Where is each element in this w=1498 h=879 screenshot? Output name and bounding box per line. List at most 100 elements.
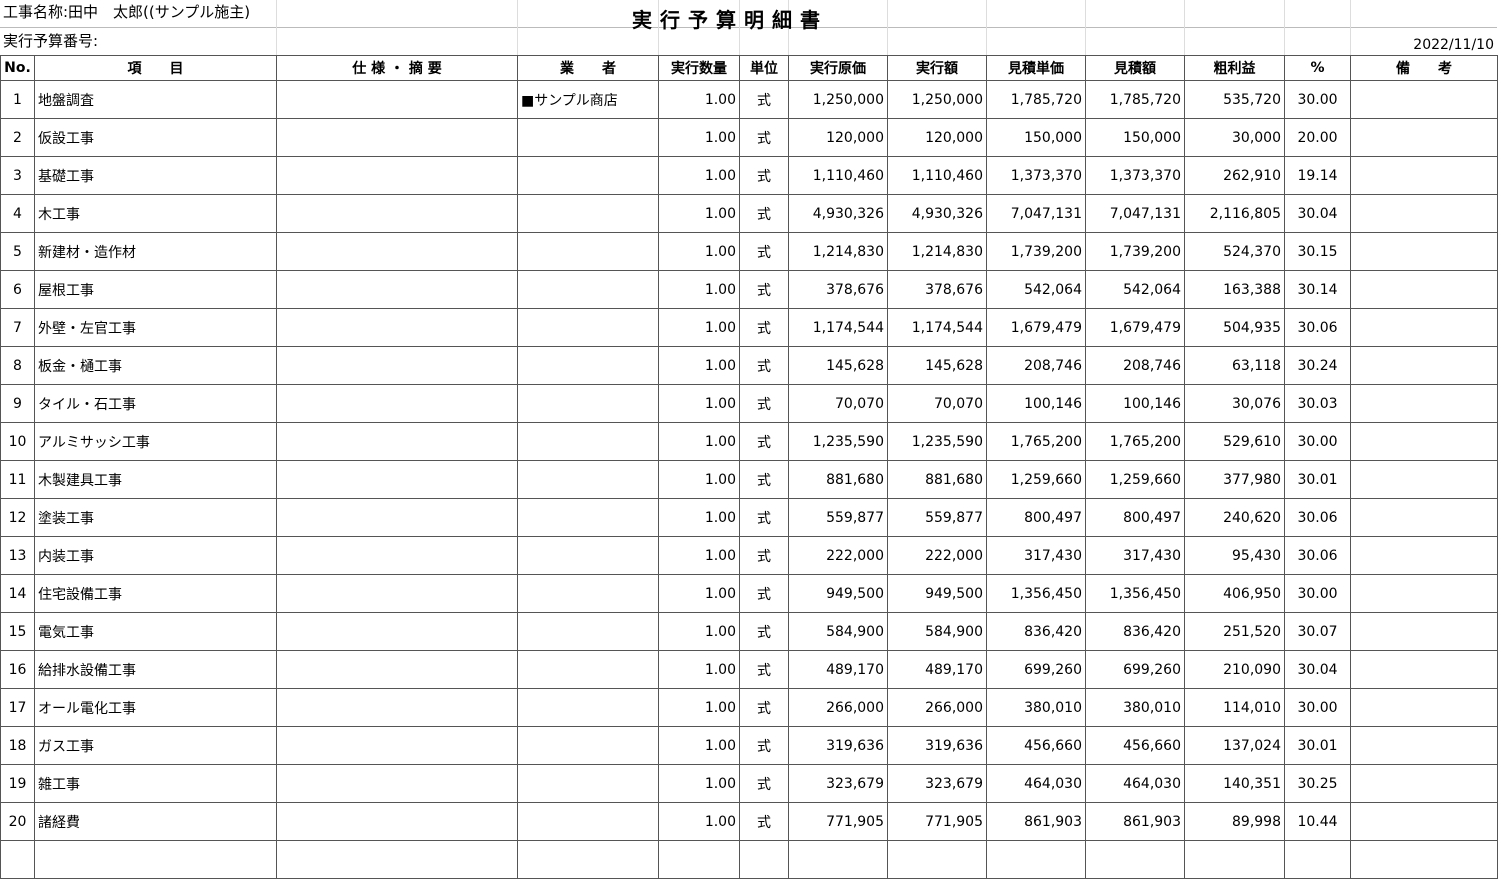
cell-vendor[interactable] [517, 802, 659, 841]
cell-est-unit[interactable]: 464,030 [986, 764, 1086, 803]
cell-qty[interactable]: 1.00 [658, 194, 740, 233]
cell-item[interactable]: 電気工事 [34, 612, 277, 651]
cell-spec[interactable] [276, 726, 518, 765]
cell-amount[interactable]: 1,235,590 [887, 422, 987, 461]
cell-note[interactable] [1350, 232, 1498, 271]
cell-item[interactable]: 内装工事 [34, 536, 277, 575]
cell-item[interactable]: アルミサッシ工事 [34, 422, 277, 461]
cell-no[interactable]: 3 [0, 156, 35, 195]
cell-item[interactable]: 木製建具工事 [34, 460, 277, 499]
cell-spec[interactable] [276, 194, 518, 233]
cell-unit[interactable]: 式 [739, 650, 789, 689]
cell-note[interactable] [1350, 726, 1498, 765]
cell-est-unit[interactable]: 380,010 [986, 688, 1086, 727]
cell-item[interactable]: 諸経費 [34, 802, 277, 841]
cell-item[interactable]: 屋根工事 [34, 270, 277, 309]
col-header-item[interactable]: 項 目 [34, 55, 277, 81]
cell-note[interactable] [1350, 536, 1498, 575]
cell-unit[interactable]: 式 [739, 346, 789, 385]
cell-no[interactable]: 6 [0, 270, 35, 309]
cell-spec[interactable] [276, 498, 518, 537]
cell-spec[interactable] [276, 384, 518, 423]
cell-vendor[interactable] [517, 384, 659, 423]
cell-spec[interactable] [276, 422, 518, 461]
cell-pct[interactable]: 30.04 [1284, 650, 1351, 689]
cell-no[interactable]: 17 [0, 688, 35, 727]
cell-note[interactable] [1350, 574, 1498, 613]
cell-no[interactable]: 10 [0, 422, 35, 461]
cell-qty[interactable]: 1.00 [658, 232, 740, 271]
cell-vendor[interactable] [517, 612, 659, 651]
cell-pct[interactable]: 30.06 [1284, 308, 1351, 347]
cell-est-amount[interactable]: 1,679,479 [1085, 308, 1185, 347]
cell-pct[interactable]: 30.04 [1284, 194, 1351, 233]
cell-unit[interactable]: 式 [739, 308, 789, 347]
cell-qty[interactable]: 1.00 [658, 346, 740, 385]
cell-pct[interactable]: 30.03 [1284, 384, 1351, 423]
cell-unit[interactable]: 式 [739, 802, 789, 841]
cell-est-unit[interactable]: 1,765,200 [986, 422, 1086, 461]
cell-item[interactable]: 塗装工事 [34, 498, 277, 537]
cell-amount[interactable]: 4,930,326 [887, 194, 987, 233]
cell-no[interactable]: 1 [0, 80, 35, 119]
cell-unit[interactable]: 式 [739, 536, 789, 575]
cell-note[interactable] [1350, 612, 1498, 651]
cell-note[interactable] [1350, 156, 1498, 195]
cell-qty[interactable]: 1.00 [658, 498, 740, 537]
cell-item[interactable]: タイル・石工事 [34, 384, 277, 423]
cell-note[interactable] [1350, 498, 1498, 537]
cell-est-unit[interactable]: 7,047,131 [986, 194, 1086, 233]
cell-note[interactable] [1350, 118, 1498, 157]
cell-est-unit[interactable]: 1,373,370 [986, 156, 1086, 195]
cell-pct[interactable]: 30.00 [1284, 422, 1351, 461]
cell-cost[interactable]: 145,628 [788, 346, 888, 385]
cell-note[interactable] [1350, 308, 1498, 347]
cell-no[interactable]: 4 [0, 194, 35, 233]
cell-amount[interactable]: 489,170 [887, 650, 987, 689]
cell-unit[interactable]: 式 [739, 156, 789, 195]
cell-unit[interactable]: 式 [739, 612, 789, 651]
cell-amount[interactable]: 949,500 [887, 574, 987, 613]
col-header-qty[interactable]: 実行数量 [658, 55, 740, 81]
col-header-note[interactable]: 備 考 [1350, 55, 1498, 81]
cell-note[interactable] [1350, 802, 1498, 841]
cell-profit[interactable]: 2,116,805 [1184, 194, 1285, 233]
cell-est-amount[interactable]: 1,373,370 [1085, 156, 1185, 195]
cell-est-unit[interactable]: 317,430 [986, 536, 1086, 575]
cell-profit[interactable]: 240,620 [1184, 498, 1285, 537]
cell-cost[interactable] [788, 840, 888, 879]
cell-cost[interactable]: 266,000 [788, 688, 888, 727]
cell-profit[interactable] [1184, 840, 1285, 879]
cell-note[interactable] [1350, 384, 1498, 423]
cell-qty[interactable]: 1.00 [658, 536, 740, 575]
cell-item[interactable]: 新建材・造作材 [34, 232, 277, 271]
cell-pct[interactable]: 30.24 [1284, 346, 1351, 385]
cell-item[interactable]: オール電化工事 [34, 688, 277, 727]
cell-note[interactable] [1350, 460, 1498, 499]
cell-cost[interactable]: 881,680 [788, 460, 888, 499]
cell-cost[interactable]: 319,636 [788, 726, 888, 765]
cell-spec[interactable] [276, 270, 518, 309]
cell-cost[interactable]: 1,235,590 [788, 422, 888, 461]
cell-amount[interactable]: 323,679 [887, 764, 987, 803]
col-header-est-unit[interactable]: 見積単価 [986, 55, 1086, 81]
cell-qty[interactable]: 1.00 [658, 80, 740, 119]
cell-unit[interactable]: 式 [739, 194, 789, 233]
cell-note[interactable] [1350, 80, 1498, 119]
cell-est-unit[interactable]: 150,000 [986, 118, 1086, 157]
cell-unit[interactable]: 式 [739, 764, 789, 803]
cell-spec[interactable] [276, 232, 518, 271]
cell-qty[interactable]: 1.00 [658, 688, 740, 727]
cell-vendor[interactable] [517, 156, 659, 195]
cell-vendor[interactable] [517, 498, 659, 537]
cell-item[interactable]: 雑工事 [34, 764, 277, 803]
cell-qty[interactable] [658, 840, 740, 879]
cell-note[interactable] [1350, 840, 1498, 879]
cell-est-unit[interactable]: 836,420 [986, 612, 1086, 651]
cell-est-amount[interactable]: 380,010 [1085, 688, 1185, 727]
cell-cost[interactable]: 70,070 [788, 384, 888, 423]
cell-est-unit[interactable]: 542,064 [986, 270, 1086, 309]
cell-vendor[interactable] [517, 688, 659, 727]
cell-unit[interactable]: 式 [739, 80, 789, 119]
cell-no[interactable]: 12 [0, 498, 35, 537]
